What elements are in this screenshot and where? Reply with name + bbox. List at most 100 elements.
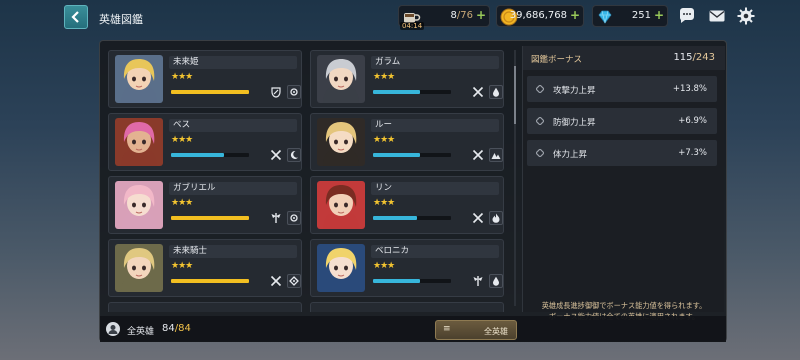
water-drop-icon	[489, 274, 503, 288]
hero-stars: ★★★	[171, 261, 193, 271]
hero-card[interactable]: ガラム ★★★	[310, 50, 504, 108]
blue-gem-icon	[598, 10, 612, 24]
hero-name: ベス	[169, 119, 297, 132]
hero-portrait	[317, 118, 365, 166]
hero-stars: ★★★	[373, 261, 395, 271]
hero-card[interactable]: 未来姫 ★★★	[108, 50, 302, 108]
hero-progress-bar	[171, 216, 249, 220]
gold-value: 39,686,768	[509, 10, 567, 21]
mail-button[interactable]	[707, 6, 727, 26]
hero-name: ガラム	[371, 56, 499, 69]
add-stamina-icon[interactable]: +	[476, 8, 486, 22]
bonus-stat-row: 体力上昇 +7.3%	[527, 140, 717, 166]
hero-name: 未来騎士	[169, 245, 297, 258]
settings-button[interactable]	[736, 6, 756, 26]
add-gem-icon[interactable]: +	[654, 8, 664, 22]
crossed-swords-icon	[471, 85, 485, 99]
footer-label: 全英雄	[127, 327, 155, 337]
hero-progress-fill	[373, 216, 417, 220]
hero-card[interactable]: ガブリエル ★★★	[108, 176, 302, 234]
hero-card[interactable]: リン ★★★	[310, 176, 504, 234]
chevron-left-icon	[71, 11, 79, 23]
hero-count-max: /84	[174, 323, 191, 334]
hero-portrait	[317, 181, 365, 229]
bonus-stat-name: 攻撃力上昇	[553, 86, 596, 96]
hero-progress-fill	[171, 279, 249, 283]
hero-name: 未来姫	[169, 56, 297, 69]
hero-progress-fill	[171, 90, 249, 94]
filter-list-icon: ≡	[443, 324, 451, 334]
hero-card[interactable]: ベス ★★★	[108, 113, 302, 171]
crescent-moon-icon	[287, 148, 301, 162]
hero-card-partial[interactable]	[310, 302, 504, 312]
hero-stars: ★★★	[373, 72, 395, 82]
diamond-bullet-icon	[536, 85, 544, 93]
hero-portrait	[317, 244, 365, 292]
bonus-stat-value: +6.9%	[678, 116, 707, 126]
hero-progress-bar	[373, 90, 451, 94]
mountain-icon	[489, 148, 503, 162]
crossed-swords-icon	[471, 148, 485, 162]
stamina-max: /76	[456, 10, 473, 21]
hero-card[interactable]: ベロニカ ★★★	[310, 239, 504, 297]
bonus-max: /243	[692, 52, 715, 63]
scroll-thumb[interactable]	[514, 66, 516, 124]
add-gold-icon[interactable]: +	[570, 8, 580, 22]
hero-card[interactable]: ルー ★★★	[310, 113, 504, 171]
hero-stars: ★★★	[171, 72, 193, 82]
bonus-stat-name: 防御力上昇	[553, 118, 596, 128]
hero-count-current: 84	[162, 323, 175, 334]
hero-progress-fill	[171, 216, 249, 220]
water-drop-icon	[489, 85, 503, 99]
gem-counter[interactable]: 251 +	[592, 5, 668, 27]
mail-icon	[709, 10, 725, 22]
hero-progress-fill	[373, 279, 420, 283]
flame-icon	[489, 211, 503, 225]
gold-counter[interactable]: 39,686,768 +	[496, 5, 584, 27]
gear-element-icon	[287, 85, 301, 99]
hero-card[interactable]: 未来騎士 ★★★	[108, 239, 302, 297]
hero-name: リン	[371, 182, 499, 195]
filter-label: 全英雄	[484, 327, 508, 336]
footer-bar	[100, 316, 726, 342]
hero-progress-bar	[171, 153, 249, 157]
filter-dropdown[interactable]: ≡ 全英雄	[435, 320, 517, 340]
bonus-header: 図鑑ボーナス 115/243	[523, 46, 725, 70]
bonus-panel: 図鑑ボーナス 115/243 攻撃力上昇 +13.8% 防御力上昇 +6.9% 体力上昇…	[522, 46, 725, 321]
back-button[interactable]	[64, 5, 88, 29]
stamina-timer: 04:14	[400, 22, 425, 30]
hero-emblem-icon	[106, 322, 120, 336]
hero-card-partial[interactable]	[108, 302, 302, 312]
crossed-swords-icon	[269, 148, 283, 162]
bonus-stat-row: 防御力上昇 +6.9%	[527, 108, 717, 134]
bonus-stat-value: +7.3%	[678, 148, 707, 158]
bonus-note-line1: 英雄成長進捗御御でボーナス能力値を得られます。	[541, 301, 707, 310]
chat-button[interactable]	[677, 6, 697, 26]
hero-grid-scrollbar[interactable]	[514, 50, 516, 306]
page-title: 英雄図鑑	[99, 13, 143, 26]
winged-staff-icon	[471, 274, 485, 288]
gear-icon	[737, 7, 755, 25]
hero-progress-bar	[373, 279, 451, 283]
diamond-element-icon	[287, 274, 301, 288]
bonus-stat-name: 体力上昇	[553, 150, 588, 160]
shield-sword-icon	[269, 85, 283, 99]
hero-progress-fill	[171, 153, 225, 157]
hero-progress-bar	[373, 153, 451, 157]
chat-bubble-icon	[680, 8, 694, 23]
bonus-stat-row: 攻撃力上昇 +13.8%	[527, 76, 717, 102]
bonus-count: 115/243	[673, 52, 715, 63]
hero-progress-bar	[171, 90, 249, 94]
hero-grid[interactable]: 未来姫 ★★★ ガラム ★★★ ベス ★★★ ルー ★★★ ガブリエル ★★★ リン ★★★ 未来騎士 ★…	[104, 46, 518, 312]
diamond-bullet-icon	[536, 117, 544, 125]
crossed-swords-icon	[471, 211, 485, 225]
winged-staff-icon	[269, 211, 283, 225]
hero-name: ベロニカ	[371, 245, 499, 258]
hero-portrait	[115, 118, 163, 166]
hero-stars: ★★★	[373, 135, 395, 145]
hero-progress-bar	[171, 279, 249, 283]
hero-progress-fill	[373, 153, 420, 157]
hero-portrait	[115, 181, 163, 229]
hero-progress-bar	[373, 216, 451, 220]
gear-element-icon	[287, 211, 301, 225]
